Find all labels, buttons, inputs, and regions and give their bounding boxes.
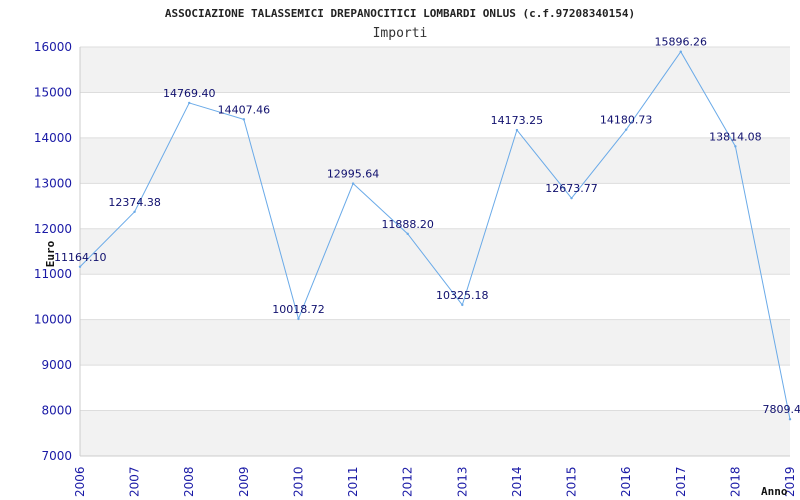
x-tick-label: 2014 <box>510 466 524 497</box>
data-point <box>461 303 464 307</box>
data-point <box>570 196 573 200</box>
data-point <box>351 182 355 185</box>
y-tick-label: 8000 <box>41 404 72 418</box>
y-tick-label: 7000 <box>41 449 72 463</box>
data-point <box>624 128 628 131</box>
data-point <box>679 50 682 53</box>
y-tick-label: 16000 <box>34 40 72 54</box>
x-tick-labels: 2006 2007 2008 2009 2010 2011 2012 2013 2014 2015… <box>73 466 797 497</box>
data-label: 14173.25 <box>491 114 544 127</box>
y-tick-label: 12000 <box>34 222 72 236</box>
x-tick-label: 2017 <box>674 466 688 497</box>
x-tick-label: 2013 <box>455 466 469 497</box>
data-label: 15896.26 <box>655 36 708 49</box>
line-chart: 7000 8000 9000 10000 11000 12000 13000 14000 150… <box>34 7 800 498</box>
grid-band <box>80 319 790 366</box>
x-tick-label: 2016 <box>619 466 633 497</box>
x-tick-label: 2010 <box>291 466 305 497</box>
data-label: 14407.46 <box>218 103 271 116</box>
y-tick-label: 11000 <box>34 267 72 281</box>
y-tick-label: 13000 <box>34 176 72 190</box>
data-label: 12374.38 <box>108 196 161 209</box>
data-point <box>406 232 409 236</box>
y-tick-label: 10000 <box>34 313 72 327</box>
grid-band <box>80 47 790 93</box>
data-label: 14769.40 <box>163 87 216 100</box>
data-label: 13814.08 <box>709 130 762 143</box>
data-label: 7809.4 <box>763 403 800 416</box>
data-point <box>78 265 82 268</box>
data-label: 12995.64 <box>327 168 380 181</box>
data-label: 14180.73 <box>600 114 653 127</box>
x-axis-label: Anno <box>761 485 788 498</box>
data-point <box>188 101 191 105</box>
data-point <box>515 128 519 132</box>
x-tick-label: 2015 <box>565 466 579 497</box>
x-tick-label: 2018 <box>728 466 742 497</box>
chart-title: ASSOCIAZIONE TALASSEMICI DREPANOCITICI L… <box>165 7 635 20</box>
y-tick-label: 9000 <box>41 358 72 372</box>
data-point <box>734 145 737 148</box>
grid-band <box>80 137 790 184</box>
data-label: 12673.77 <box>545 182 598 195</box>
data-label: 11888.20 <box>381 218 434 231</box>
data-point <box>242 118 246 121</box>
grid-band <box>80 228 790 275</box>
data-point <box>788 418 792 421</box>
y-tick-label: 15000 <box>34 85 72 99</box>
grid-band <box>80 410 790 456</box>
data-label: 11164.10 <box>54 251 107 264</box>
data-point <box>133 210 136 213</box>
chart-subtitle: Importi <box>373 26 428 41</box>
x-tick-label: 2008 <box>182 466 196 497</box>
data-label: 10018.72 <box>272 303 325 316</box>
x-tick-label: 2009 <box>237 466 251 497</box>
x-tick-label: 2007 <box>128 466 142 497</box>
x-tick-label: 2012 <box>401 466 415 497</box>
data-point <box>297 317 300 321</box>
x-tick-label: 2011 <box>346 466 360 497</box>
y-tick-label: 14000 <box>34 131 72 145</box>
y-axis-label: Euro <box>44 240 57 267</box>
data-label: 10325.18 <box>436 289 489 302</box>
x-tick-label: 2006 <box>73 466 87 497</box>
